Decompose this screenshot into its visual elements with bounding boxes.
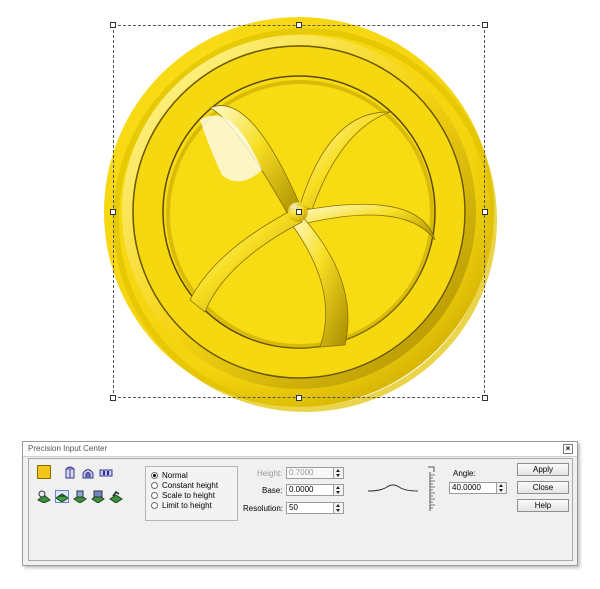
- radio-scale-to-height-label: Scale to height: [162, 490, 215, 500]
- radio-limit-to-height[interactable]: Limit to height: [151, 500, 212, 510]
- dome-icon[interactable]: [81, 466, 95, 479]
- apply-button[interactable]: Apply: [517, 463, 569, 476]
- handle-bottom-right[interactable]: [482, 395, 488, 401]
- angle-ruler-icon[interactable]: [427, 466, 441, 512]
- precision-input-dialog: Precision Input Center × Normal Constant…: [22, 441, 578, 566]
- profile-curve-preview: [367, 484, 419, 492]
- close-button[interactable]: Close: [517, 481, 569, 494]
- relief-tool-3-icon[interactable]: [73, 490, 87, 504]
- relief-tool-4-icon[interactable]: [91, 490, 105, 504]
- relief-tool-5-icon[interactable]: [109, 490, 123, 504]
- height-value: 0.7000: [289, 468, 314, 477]
- handle-top-right[interactable]: [482, 22, 488, 28]
- dialog-titlebar[interactable]: Precision Input Center ×: [23, 442, 577, 457]
- handle-top-middle[interactable]: [296, 22, 302, 28]
- radio-scale-to-height-indicator[interactable]: [151, 491, 158, 499]
- ring-icon[interactable]: [99, 466, 113, 479]
- angle-spinner[interactable]: 40.0000: [449, 482, 507, 494]
- radio-normal-label: Normal: [162, 470, 188, 480]
- height-spin-arrows[interactable]: [333, 468, 343, 478]
- radio-normal-indicator[interactable]: [151, 471, 158, 479]
- radio-constant-height[interactable]: Constant height: [151, 480, 218, 490]
- handle-top-left[interactable]: [110, 22, 116, 28]
- height-mode-group: Normal Constant height Scale to height L…: [145, 466, 238, 521]
- handle-bottom-middle[interactable]: [296, 395, 302, 401]
- dialog-panel: Normal Constant height Scale to height L…: [28, 458, 573, 561]
- base-spin-arrows[interactable]: [333, 485, 343, 495]
- resolution-spinner[interactable]: 50: [286, 502, 344, 514]
- radio-scale-to-height[interactable]: Scale to height: [151, 490, 215, 500]
- angle-spin-arrows[interactable]: [496, 483, 506, 493]
- close-icon[interactable]: ×: [563, 444, 573, 454]
- relief-tool-2-icon[interactable]: [55, 490, 69, 503]
- resolution-value: 50: [289, 503, 298, 512]
- color-swatch[interactable]: [37, 465, 51, 479]
- height-spinner[interactable]: 0.7000: [286, 467, 344, 479]
- radio-constant-height-indicator[interactable]: [151, 481, 158, 489]
- dialog-title: Precision Input Center: [28, 444, 108, 453]
- base-label: Base:: [262, 486, 283, 495]
- extrude-icon[interactable]: [63, 466, 77, 479]
- resolution-spin-arrows[interactable]: [333, 503, 343, 513]
- radio-limit-to-height-label: Limit to height: [162, 500, 212, 510]
- handle-center[interactable]: [296, 209, 302, 215]
- base-value: 0.0000: [289, 485, 314, 494]
- radio-constant-height-label: Constant height: [162, 480, 219, 490]
- angle-value: 40.0000: [452, 483, 481, 492]
- handle-middle-left[interactable]: [110, 209, 116, 215]
- help-button[interactable]: Help: [517, 499, 569, 512]
- radio-limit-to-height-indicator[interactable]: [151, 501, 158, 509]
- radio-normal[interactable]: Normal: [151, 470, 188, 480]
- height-label: Height:: [257, 469, 283, 478]
- handle-middle-right[interactable]: [482, 209, 488, 215]
- base-spinner[interactable]: 0.0000: [286, 484, 344, 496]
- handle-bottom-left[interactable]: [110, 395, 116, 401]
- resolution-label: Resolution:: [243, 504, 284, 513]
- relief-tool-1-icon[interactable]: [37, 490, 51, 504]
- angle-label: Angle:: [453, 469, 476, 478]
